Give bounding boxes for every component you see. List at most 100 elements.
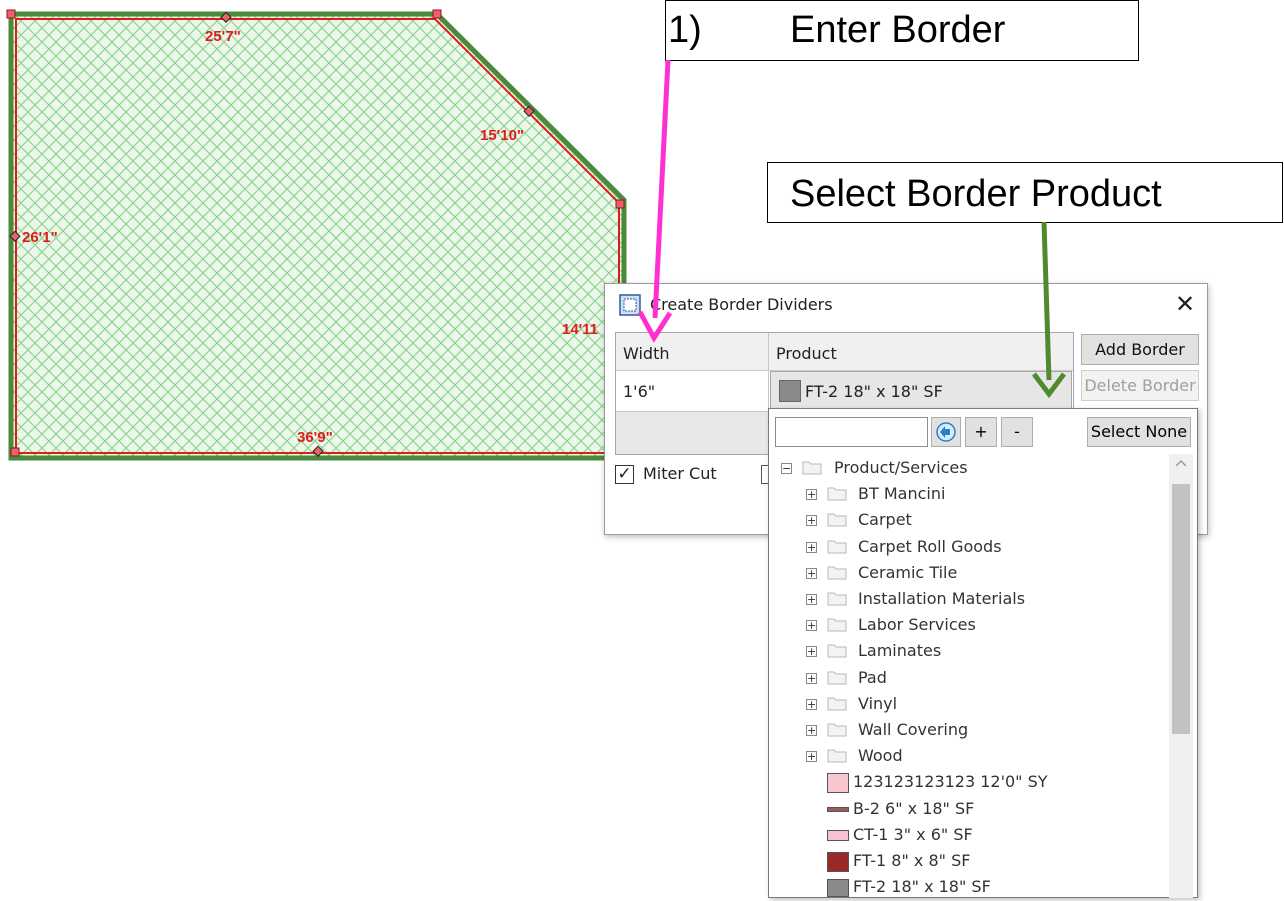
tree-item-label: Labor Services xyxy=(858,615,976,635)
expand-icon[interactable]: + xyxy=(806,620,817,632)
back-arrow-icon xyxy=(936,422,956,442)
dim-bottom: 36'9" xyxy=(297,429,333,446)
expand-icon[interactable]: + xyxy=(806,751,817,763)
tree-item-label: Wall Covering xyxy=(858,720,969,739)
product-swatch xyxy=(827,807,849,813)
tree-item-label: Pad xyxy=(858,667,887,687)
folder-icon xyxy=(827,671,847,685)
tree-item-root[interactable]: − Product/Services xyxy=(769,456,1169,482)
expand-icon[interactable]: + xyxy=(806,489,817,501)
expand-icon[interactable]: + xyxy=(806,698,817,710)
collapse-icon[interactable]: − xyxy=(781,463,792,474)
product-search-input[interactable] xyxy=(775,417,928,447)
column-header-product: Product xyxy=(776,344,837,363)
miter-cut-label: Miter Cut xyxy=(643,464,717,483)
tree-item-folder[interactable]: + Pad xyxy=(769,666,1169,692)
tree-item-product[interactable]: FT-1 8" x 8" SF xyxy=(769,849,1169,875)
back-button[interactable] xyxy=(931,417,961,447)
expand-icon[interactable]: + xyxy=(806,646,817,658)
scrollbar-thumb[interactable] xyxy=(1172,484,1190,734)
tree-item-label: 123123123123 12'0" SY xyxy=(853,772,1048,792)
folder-icon xyxy=(827,723,847,737)
callout-enter-border: 1) Enter Border xyxy=(665,0,1139,61)
dim-diagonal: 15'10" xyxy=(480,127,524,144)
tree-item-label: Vinyl xyxy=(858,693,898,713)
tree-item-folder[interactable]: + Carpet Roll Goods xyxy=(769,535,1169,561)
callout-step-number: 1) xyxy=(668,9,702,51)
product-swatch xyxy=(779,380,801,402)
tree-item-label: Laminates xyxy=(858,641,942,661)
tree-item-label: B-2 6" x 18" SF xyxy=(853,798,975,818)
expand-icon[interactable]: + xyxy=(806,515,817,527)
product-swatch xyxy=(827,852,849,872)
tree-item-label: Product/Services xyxy=(834,458,968,477)
folder-icon xyxy=(827,487,847,501)
tree-item-folder[interactable]: + Laminates xyxy=(769,639,1169,665)
product-combo-label: FT-2 18" x 18" SF xyxy=(805,382,943,401)
expand-all-button[interactable]: + xyxy=(965,417,997,447)
tree-item-product[interactable]: B-2 6" x 18" SF xyxy=(769,797,1169,823)
grid-header xyxy=(616,333,1073,371)
dim-left: 26'1" xyxy=(22,229,58,246)
column-divider xyxy=(768,333,769,411)
product-dropdown: + - Select None − Product/Services + BT Man… xyxy=(768,408,1198,898)
tree-item-label: CT-1 3" x 6" SF xyxy=(853,824,973,844)
miter-cut-checkbox[interactable]: ✓ xyxy=(615,465,634,484)
tree-item-label: FT-2 18" x 18" SF xyxy=(853,877,991,897)
tree-item-label: FT-1 8" x 8" SF xyxy=(853,851,971,870)
tree-item-folder[interactable]: + Installation Materials xyxy=(769,587,1169,613)
tree-item-label: Carpet xyxy=(858,510,912,530)
tree-item-label: Carpet Roll Goods xyxy=(858,536,1002,556)
folder-icon xyxy=(827,540,847,554)
room-outline[interactable] xyxy=(8,11,627,461)
folder-icon xyxy=(827,592,847,606)
close-icon[interactable]: ✕ xyxy=(1175,290,1195,318)
delete-border-button[interactable]: Delete Border xyxy=(1081,370,1199,401)
expand-icon[interactable]: + xyxy=(806,541,817,553)
dialog-title: Create Border Dividers xyxy=(650,295,833,314)
folder-icon xyxy=(827,566,847,580)
expand-icon[interactable]: + xyxy=(806,594,817,605)
tree-item-label: BT Mancini xyxy=(858,484,946,504)
folder-icon xyxy=(827,644,847,658)
tree-item-product[interactable]: FT-2 18" x 18" SF xyxy=(769,875,1169,901)
tree-item-folder[interactable]: + Ceramic Tile xyxy=(769,561,1169,587)
tree-item-product[interactable]: 123123123123 12'0" SY xyxy=(769,770,1169,796)
product-swatch xyxy=(827,773,849,794)
select-none-button[interactable]: Select None xyxy=(1087,417,1191,447)
tree-item-label: Installation Materials xyxy=(858,589,1026,608)
callout-select-product-text: Select Border Product xyxy=(790,173,1162,215)
tree-item-folder[interactable]: + Labor Services xyxy=(769,613,1169,639)
tree-item-product[interactable]: CT-1 3" x 6" SF xyxy=(769,823,1169,849)
width-cell[interactable]: 1'6" xyxy=(623,382,655,401)
product-combo[interactable]: FT-2 18" x 18" SF xyxy=(770,371,1072,411)
folder-icon xyxy=(827,749,847,763)
tree-item-folder[interactable]: + BT Mancini xyxy=(769,482,1169,508)
add-border-button[interactable]: Add Border xyxy=(1081,334,1199,365)
scroll-up-icon[interactable] xyxy=(1169,454,1193,474)
tree-item-folder[interactable]: + Vinyl xyxy=(769,692,1169,718)
product-swatch xyxy=(827,879,849,898)
tree-item-label: Wood xyxy=(858,746,903,766)
border-dividers-icon xyxy=(619,294,641,316)
expand-icon[interactable]: + xyxy=(806,725,817,736)
callout-enter-border-text: Enter Border xyxy=(790,9,1006,51)
expand-icon[interactable]: + xyxy=(806,567,817,579)
expand-icon[interactable]: + xyxy=(806,672,817,684)
folder-icon xyxy=(827,513,847,527)
folder-icon xyxy=(827,697,847,711)
product-tree: − Product/Services + BT Mancini + Carpet + Carp… xyxy=(769,454,1169,899)
tree-item-folder[interactable]: + Carpet xyxy=(769,508,1169,534)
dim-right: 14'11 xyxy=(562,321,598,338)
tree-item-folder[interactable]: + Wood xyxy=(769,744,1169,770)
folder-icon xyxy=(802,461,822,475)
tree-item-label: Ceramic Tile xyxy=(858,562,958,582)
product-swatch xyxy=(827,830,849,842)
folder-icon xyxy=(827,618,847,632)
floor-plan[interactable]: 25'7" 15'10" 26'1" 14'11 36'9" xyxy=(0,0,640,470)
collapse-all-button[interactable]: - xyxy=(1001,417,1033,447)
dim-top: 25'7" xyxy=(205,28,241,45)
callout-select-product: Select Border Product xyxy=(767,162,1283,223)
column-header-width: Width xyxy=(623,344,670,363)
tree-item-folder[interactable]: + Wall Covering xyxy=(769,718,1169,744)
